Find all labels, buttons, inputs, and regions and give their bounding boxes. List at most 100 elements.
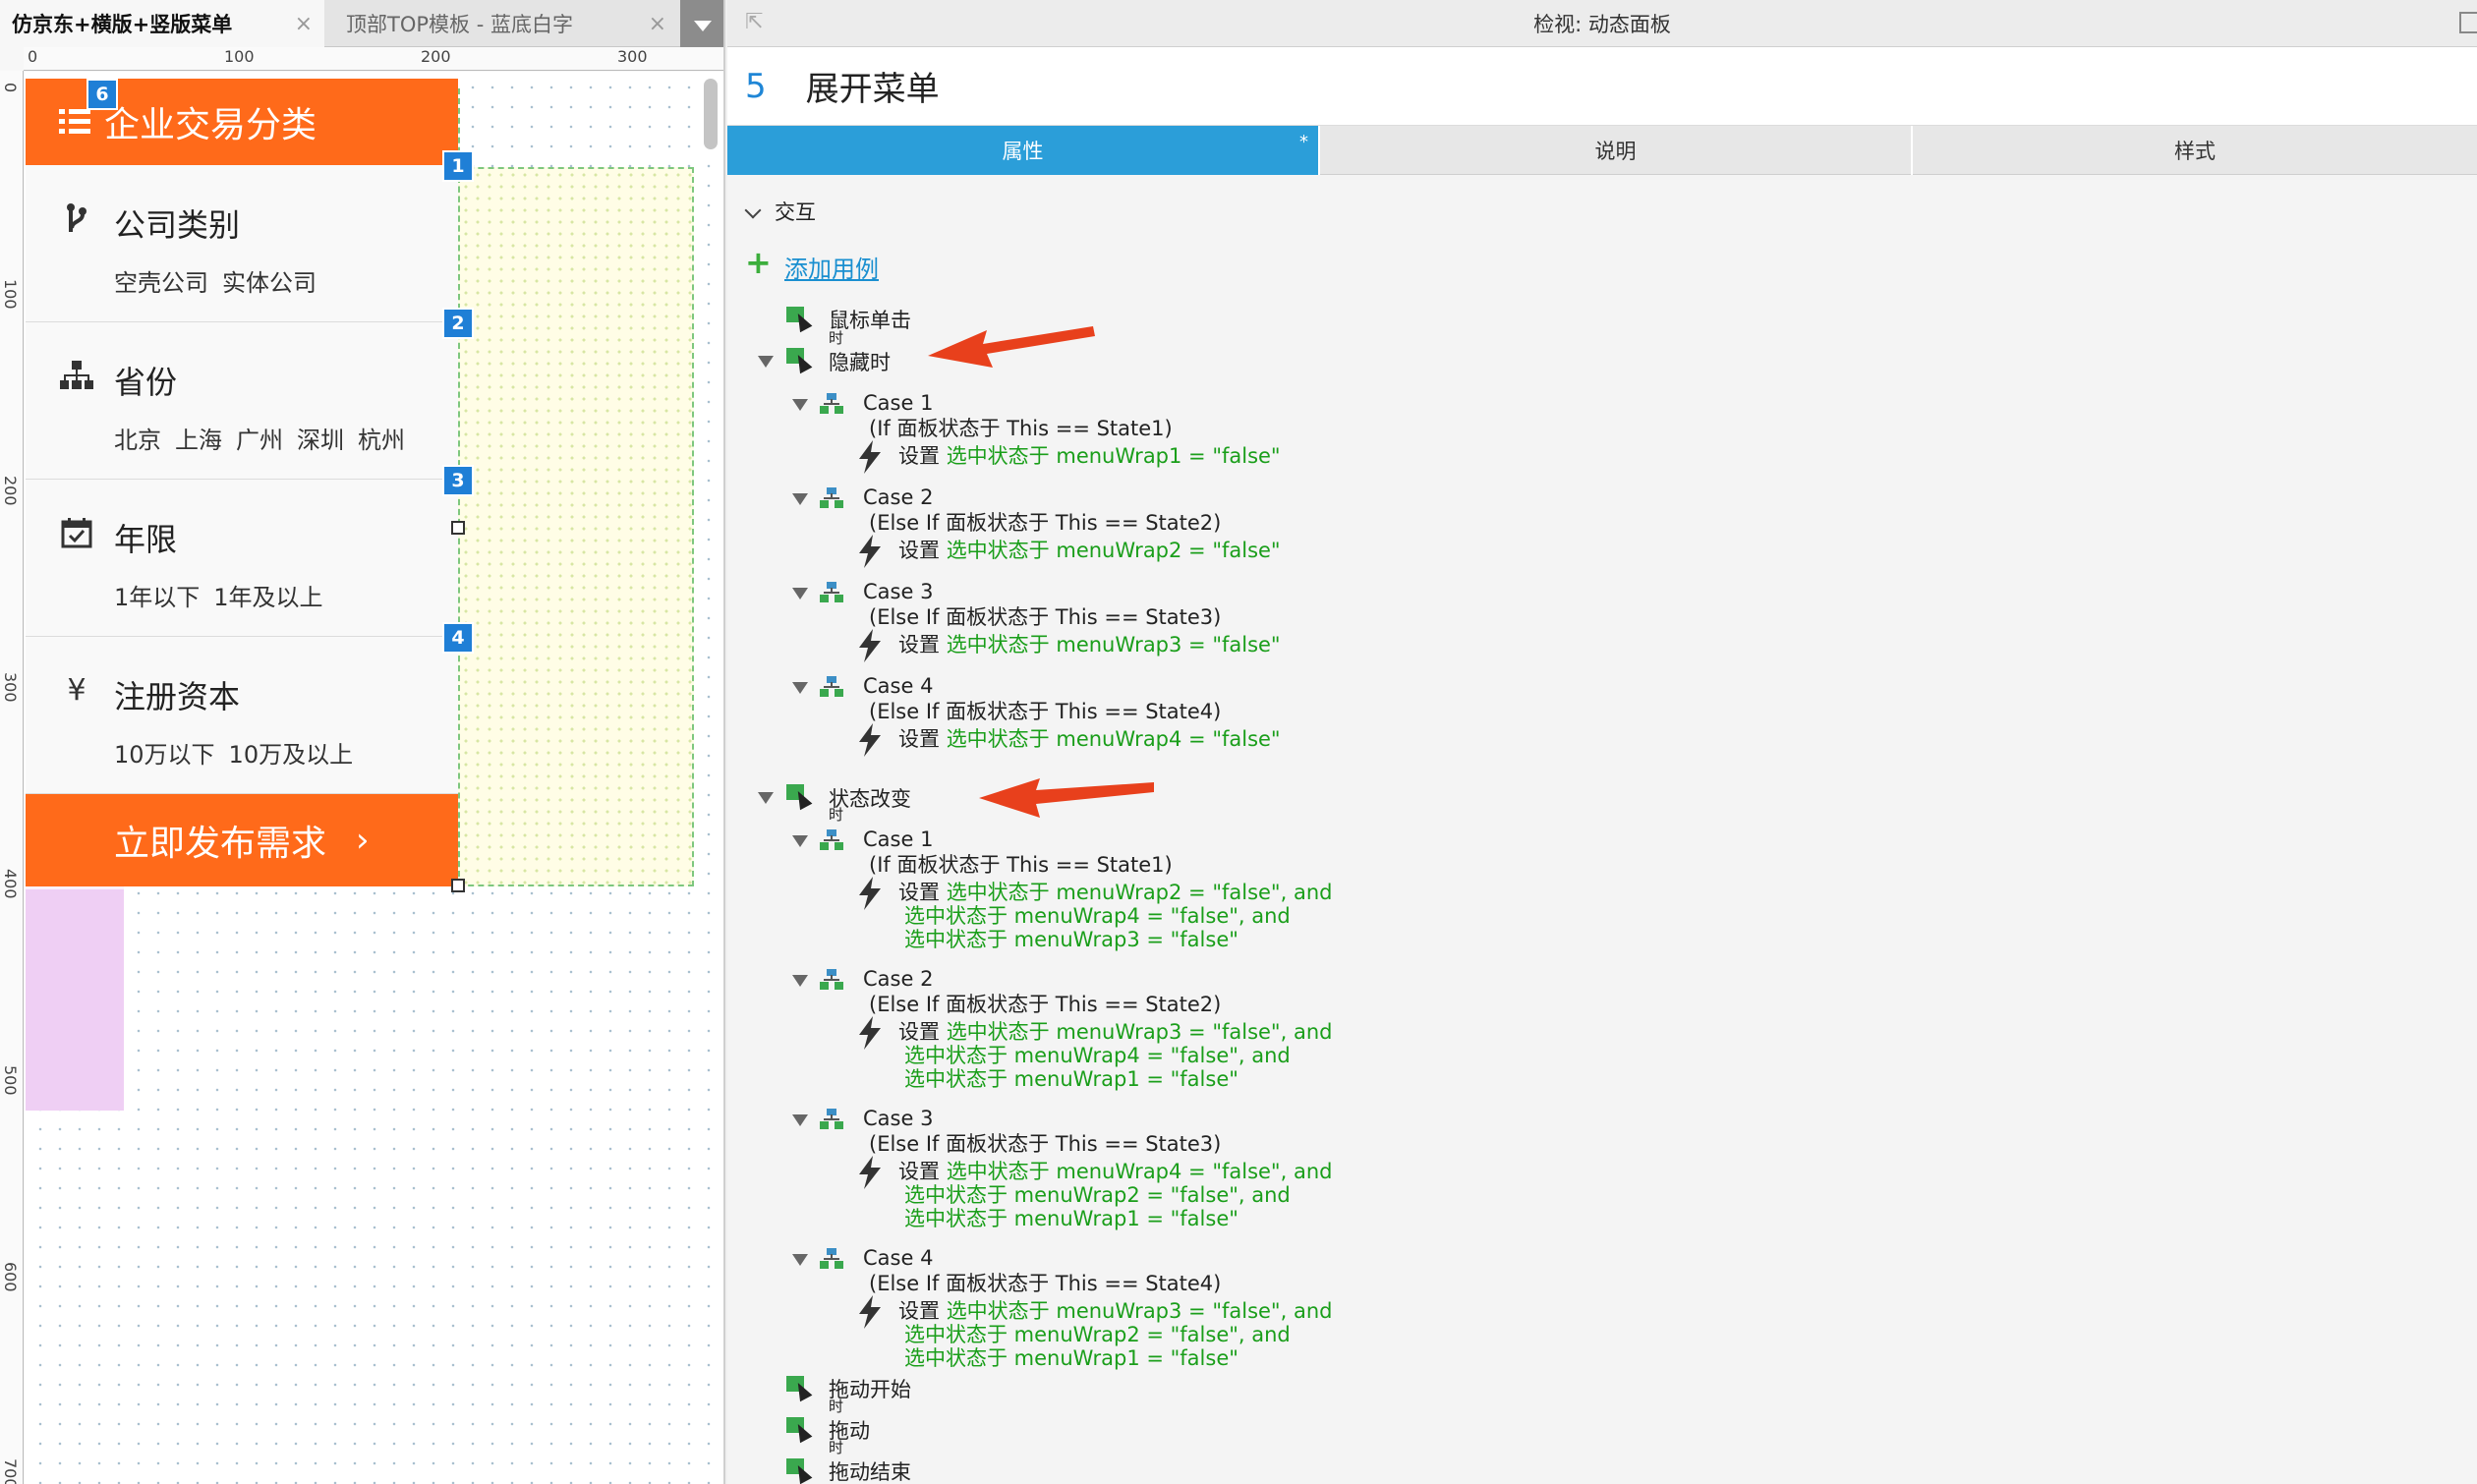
lightning-icon [857, 1156, 883, 1196]
menu-section-province[interactable]: 省份 北京 上海 广州 深圳 杭州 [26, 322, 458, 480]
event-drag-end[interactable]: 拖动结束 [829, 1456, 911, 1484]
ruler-tick-label: 0 [1, 83, 20, 93]
widget-name-field[interactable]: 展开菜单 [806, 62, 940, 110]
widget-badge: 2 [442, 308, 474, 339]
case-action[interactable]: 设置 选中状态于 menuWrap2 = "false", and 选中状态于 m… [898, 881, 1332, 951]
lightning-icon [857, 723, 883, 764]
publish-request-button[interactable]: 立即发布需求 › [26, 794, 458, 886]
tab-notes[interactable]: 说明 [1320, 126, 1913, 175]
add-case-link[interactable]: 添加用例 [784, 250, 879, 284]
tab-list-dropdown-button[interactable] [680, 0, 723, 47]
case-label[interactable]: Case 1 [863, 391, 933, 415]
lightning-icon [857, 877, 883, 917]
app-window: 仿京东+横版+竖版菜单 × 顶部TOP模板 - 蓝底白字 × 0 100 200… [0, 0, 2477, 1484]
resize-handle[interactable] [451, 521, 465, 535]
collapse-triangle-icon[interactable] [792, 1254, 808, 1266]
case-condition: (Else If 面板状态于 This == State2) [869, 511, 1222, 535]
menu-section-capital[interactable]: ¥ 注册资本 10万以下 10万及以上 [26, 637, 458, 794]
action-verb: 设置 [898, 1299, 940, 1323]
section-options: 空壳公司 实体公司 [114, 263, 330, 298]
resize-handle[interactable] [451, 879, 465, 892]
case-label[interactable]: Case 3 [863, 580, 933, 603]
case-action[interactable]: 设置 选中状态于 menuWrap4 = "false" [898, 727, 1281, 751]
collapse-triangle-icon[interactable] [792, 835, 808, 847]
option-item[interactable]: 10万以下 [114, 741, 215, 769]
close-icon[interactable]: × [295, 12, 313, 36]
tab-document-1[interactable]: 仿京东+横版+竖版菜单 × [0, 0, 324, 47]
case-action[interactable]: 设置 选中状态于 menuWrap2 = "false" [898, 539, 1281, 562]
ruler-vertical: 0 100 200 300 400 500 600 700 [0, 71, 24, 1484]
menu-section-company-type[interactable]: 公司类别 空壳公司 实体公司 [26, 165, 458, 322]
lightning-icon [857, 629, 883, 669]
case-action[interactable]: 设置 选中状态于 menuWrap3 = "false", and 选中状态于 m… [898, 1299, 1332, 1370]
tab-label: 属性 [1002, 140, 1044, 163]
case-condition: (Else If 面板状态于 This == State3) [869, 1132, 1222, 1156]
chevron-down-icon [694, 20, 712, 31]
collapse-triangle-icon[interactable] [758, 792, 774, 804]
case-action[interactable]: 设置 选中状态于 menuWrap4 = "false", and 选中状态于 m… [898, 1160, 1332, 1230]
collapse-triangle-icon[interactable] [792, 493, 808, 505]
option-item[interactable]: 1年及以上 [213, 584, 322, 611]
document-tab-bar: 仿京东+横版+竖版菜单 × 顶部TOP模板 - 蓝底白字 × [0, 0, 723, 47]
section-interactions-label[interactable]: 交互 [775, 197, 816, 226]
tab-properties[interactable]: 属性 * [727, 126, 1320, 175]
action-verb: 设置 [898, 727, 940, 751]
option-item[interactable]: 深圳 [297, 427, 344, 454]
section-options: 1年以下 1年及以上 [114, 578, 337, 612]
annotation-arrow [979, 778, 1154, 818]
action-verb: 设置 [898, 1160, 940, 1183]
action-detail-line: 选中状态于 menuWrap4 = "false", and [904, 1044, 1291, 1067]
option-item[interactable]: 杭州 [358, 427, 405, 454]
option-item[interactable]: 10万及以上 [229, 741, 354, 769]
case-action[interactable]: 设置 选中状态于 menuWrap3 = "false" [898, 633, 1281, 656]
action-verb: 设置 [898, 444, 940, 468]
collapse-triangle-icon[interactable] [792, 975, 808, 987]
tab-document-2[interactable]: 顶部TOP模板 - 蓝底白字 × [334, 0, 678, 47]
case-label[interactable]: Case 4 [863, 674, 933, 698]
lightning-icon [857, 535, 883, 575]
chevron-right-icon: › [356, 821, 370, 860]
option-item[interactable]: 北京 [114, 427, 161, 454]
menu-section-years[interactable]: 年限 1年以下 1年及以上 [26, 480, 458, 637]
collapse-triangle-icon[interactable] [792, 682, 808, 694]
collapse-arrow-icon[interactable]: ⇱ [745, 10, 763, 34]
case-action[interactable]: 设置 选中状态于 menuWrap3 = "false", and 选中状态于 m… [898, 1020, 1332, 1091]
option-item[interactable]: 1年以下 [114, 584, 200, 611]
action-detail-line: 选中状态于 menuWrap3 = "false", and [946, 1020, 1333, 1044]
publish-button-label: 立即发布需求 [114, 824, 327, 864]
case-label[interactable]: Case 2 [863, 967, 933, 991]
case-label[interactable]: Case 3 [863, 1107, 933, 1130]
option-item[interactable]: 广州 [236, 427, 283, 454]
close-icon[interactable]: × [649, 12, 666, 36]
canvas-scrollbar[interactable] [704, 79, 718, 149]
option-item[interactable]: 空壳公司 [114, 269, 208, 297]
case-action[interactable]: 设置 选中状态于 menuWrap1 = "false" [898, 444, 1281, 468]
ruler-tick-label: 200 [421, 47, 451, 66]
case-label[interactable]: Case 1 [863, 828, 933, 851]
option-item[interactable]: 实体公司 [222, 269, 317, 297]
option-item[interactable]: 上海 [175, 427, 222, 454]
collapse-triangle-icon[interactable] [792, 399, 808, 411]
tab-style[interactable]: 样式 [1913, 126, 2477, 175]
ruler-tick-label: 100 [1, 279, 20, 310]
ruler-tick-label: 400 [1, 869, 20, 899]
case-label[interactable]: Case 2 [863, 485, 933, 509]
dynamic-panel-area[interactable] [458, 167, 694, 886]
collapse-triangle-icon[interactable] [792, 1114, 808, 1126]
collapse-triangle-icon[interactable] [758, 356, 774, 368]
add-icon[interactable]: + [745, 244, 772, 281]
case-icon [820, 1109, 843, 1130]
ruler-tick-label: 0 [28, 47, 38, 66]
case-icon [820, 487, 843, 509]
case-condition: (If 面板状态于 This == State1) [869, 417, 1173, 440]
section-title: 省份 [114, 364, 178, 401]
tab-label: 说明 [1594, 140, 1637, 163]
annotation-arrow [928, 326, 1095, 368]
case-label[interactable]: Case 4 [863, 1246, 933, 1270]
event-on-hide[interactable]: 隐藏时 [829, 347, 891, 376]
event-pointer-icon [786, 1458, 813, 1484]
panel-dock-icon[interactable] [2459, 12, 2477, 33]
ruler-tick-label: 200 [1, 476, 20, 506]
lightning-icon [857, 440, 883, 481]
collapse-triangle-icon[interactable] [792, 588, 808, 599]
